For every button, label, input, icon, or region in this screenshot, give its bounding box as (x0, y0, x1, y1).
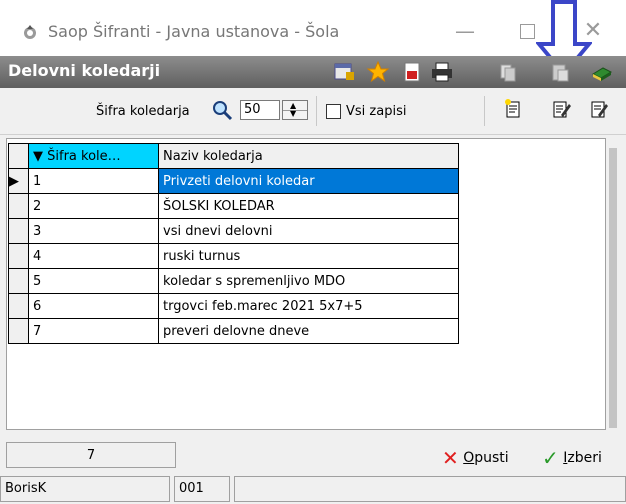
opusti-accesskey: O (463, 450, 475, 466)
toolbar-separator (316, 96, 317, 126)
saop-app-icon (24, 25, 36, 39)
grid-settings-icon[interactable] (332, 60, 356, 84)
status-panel (234, 476, 626, 502)
cell-naziv[interactable]: preveri delovne dneve (158, 318, 459, 344)
opusti-button[interactable]: ✕ Opusti (442, 446, 509, 470)
minimize-button[interactable]: — (450, 18, 480, 44)
table-header-row: ▼ Šifra kole… Naziv koledarja (8, 143, 459, 169)
vsi-zapisi-label: Vsi zapisi (346, 104, 407, 119)
row-indicator (8, 293, 29, 319)
sifra-label: Šifra koledarja (96, 104, 190, 119)
export-pdf-icon[interactable] (400, 60, 424, 84)
column-header-sifra[interactable]: ▼ Šifra kole… (28, 143, 159, 169)
table-row[interactable]: 6 trgovci feb.marec 2021 5x7+5 (8, 293, 459, 319)
scrollbar-thumb[interactable] (609, 148, 617, 428)
favorite-star-icon[interactable] (366, 60, 390, 84)
table-row[interactable]: 4 ruski turnus (8, 243, 459, 269)
sifra-spinner[interactable]: ▲ ▼ (282, 100, 308, 120)
cell-sifra[interactable]: 5 (28, 268, 159, 294)
cell-naziv[interactable]: ŠOLSKI KOLEDAR (158, 193, 459, 219)
cell-sifra[interactable]: 7 (28, 318, 159, 344)
cell-naziv[interactable]: ruski turnus (158, 243, 459, 269)
edit-record-alt-icon[interactable] (588, 98, 610, 120)
row-indicator-header (8, 143, 29, 169)
cell-naziv[interactable]: trgovci feb.marec 2021 5x7+5 (158, 293, 459, 319)
window-title: Saop Šifranti - Javna ustanova - Šola (48, 22, 340, 41)
row-indicator (8, 268, 29, 294)
form-title: Delovni koledarji (8, 61, 161, 80)
vertical-scrollbar[interactable] (606, 138, 620, 430)
calendar-table: ▼ Šifra kole… Naziv koledarja ▶ 1 Privze… (8, 143, 459, 344)
title-bar: Saop Šifranti - Javna ustanova - Šola — … (0, 0, 626, 56)
cell-sifra[interactable]: 1 (28, 168, 159, 194)
cell-naziv[interactable]: vsi dnevi delovni (158, 218, 459, 244)
cell-sifra[interactable]: 2 (28, 193, 159, 219)
exit-book-icon[interactable] (590, 60, 614, 84)
footer-actions: 7 ✕ Opusti ✓ Izberi (6, 440, 618, 470)
vsi-zapisi-checkbox[interactable] (326, 104, 341, 119)
edit-record-icon[interactable] (550, 98, 572, 120)
paste-icon[interactable] (548, 60, 572, 84)
table-row[interactable]: 2 ŠOLSKI KOLEDAR (8, 193, 459, 219)
row-indicator (8, 218, 29, 244)
sort-desc-icon: ▼ (33, 148, 48, 164)
filter-toolbar: Šifra koledarja 50 ▲ ▼ Vsi zapisi (0, 88, 626, 135)
izberi-label: zberi (567, 450, 602, 466)
cell-sifra[interactable]: 6 (28, 293, 159, 319)
row-indicator (8, 193, 29, 219)
sifra-input[interactable]: 50 (240, 100, 280, 120)
new-record-icon[interactable] (502, 98, 524, 120)
print-icon[interactable] (430, 60, 454, 84)
table-row[interactable]: 3 vsi dnevi delovni (8, 218, 459, 244)
maximize-icon (519, 24, 535, 39)
row-indicator (8, 318, 29, 344)
izberi-button[interactable]: ✓ Izberi (542, 446, 602, 470)
row-indicator (8, 243, 29, 269)
spin-down-icon[interactable]: ▼ (290, 110, 296, 118)
cell-sifra[interactable]: 3 (28, 218, 159, 244)
form-header: Delovni koledarji (0, 56, 626, 88)
cell-sifra[interactable]: 4 (28, 243, 159, 269)
toolbar-separator (484, 96, 485, 126)
copy-icon[interactable] (496, 60, 520, 84)
cell-naziv[interactable]: Privzeti delovni koledar (158, 168, 459, 194)
cancel-x-icon: ✕ (442, 446, 459, 470)
row-pointer-icon: ▶ (8, 168, 29, 194)
column-header-naziv[interactable]: Naziv koledarja (158, 143, 459, 169)
search-icon[interactable] (211, 99, 233, 121)
record-count: 7 (6, 442, 176, 468)
opusti-label: pusti (474, 450, 509, 466)
table-row[interactable]: 7 preveri delovne dneve (8, 318, 459, 344)
table-row[interactable]: ▶ 1 Privzeti delovni koledar (8, 168, 459, 194)
checkmark-icon: ✓ (542, 446, 559, 470)
status-code: 001 (174, 476, 230, 502)
table-row[interactable]: 5 koledar s spremenljivo MDO (8, 268, 459, 294)
column-header-sifra-label: Šifra kole… (47, 148, 121, 164)
status-bar: BorisK 001 (0, 474, 626, 504)
status-user: BorisK (0, 476, 170, 502)
cell-naziv[interactable]: koledar s spremenljivo MDO (158, 268, 459, 294)
